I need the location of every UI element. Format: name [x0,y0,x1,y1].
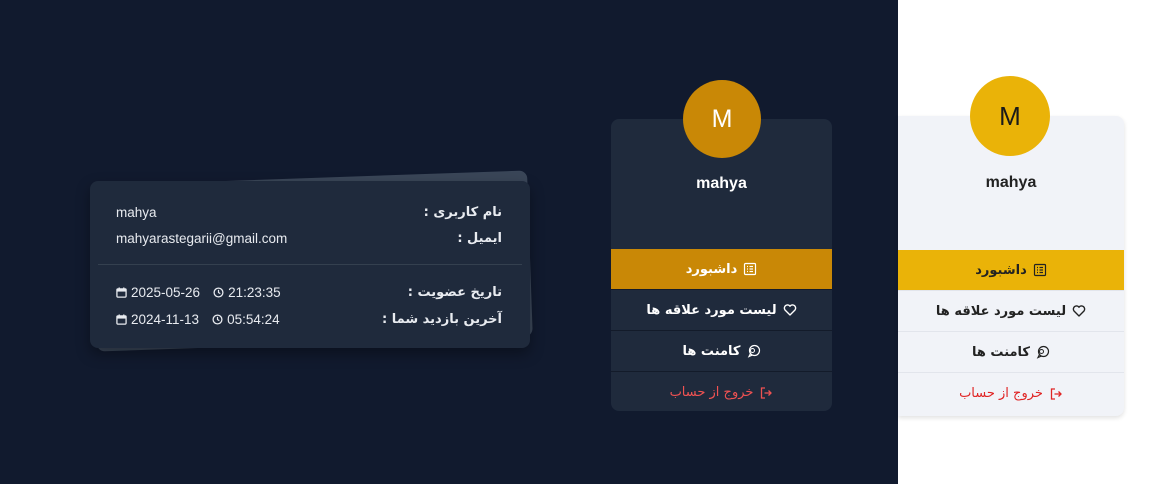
comments-icon [1036,345,1050,359]
menu-item-dashboard[interactable]: داشبورد [611,249,832,290]
menu-item-label: کامنت ها [682,343,741,359]
clock-icon [212,313,223,325]
menu-item-label: داشبورد [685,261,738,277]
menu-item-favorites[interactable]: لیست مورد علاقه ها [611,290,832,331]
comments-icon [747,344,760,358]
joined-time: 21:23:35 [228,284,281,300]
profile-username: mahya [985,174,1037,191]
menu-item-comments[interactable]: کامنت ها [898,332,1124,373]
calendar-icon [116,286,127,298]
profile-username: mahya [696,175,747,192]
menu-item-label: کامنت ها [972,344,1030,360]
last-visit-time: 05:54:24 [227,311,280,327]
dashboard-icon [1033,263,1046,277]
calendar-icon [116,313,127,325]
profile-menu: داشبورد لیست مورد علاقه ها کامنت ها خروج… [611,249,832,411]
email-value: mahyarastegarii@gmail.com [116,230,288,246]
email-row: mahyarastegarii@gmail.com ایمیل : [116,228,502,248]
profile-card-dark: mahya داشبورد لیست مورد علاقه ها کامنت ه… [611,119,832,411]
menu-item-label: داشبورد [975,262,1027,278]
menu-item-label: خروج از حساب [669,385,754,400]
logout-icon [1050,387,1062,400]
menu-item-label: لیست مورد علاقه ها [935,303,1067,319]
profile-menu: داشبورد لیست مورد علاقه ها کامنت ها خروج… [898,250,1124,414]
menu-item-favorites[interactable]: لیست مورد علاقه ها [898,291,1124,332]
clock-icon [213,286,224,298]
last-visit-label: آخرین بازدید شما : [382,311,502,327]
username-value: mahya [116,204,157,220]
profile-card-light: mahya داشبورد لیست مورد علاقه ها کامنت ه… [898,116,1124,416]
avatar: M [970,76,1050,156]
menu-item-logout[interactable]: خروج از حساب [611,372,832,411]
menu-item-label: لیست مورد علاقه ها [646,302,777,318]
menu-item-logout[interactable]: خروج از حساب [898,373,1124,414]
info-divider [98,264,522,265]
username-row: mahya نام کاربری : [116,202,502,222]
joined-date: 2025-05-26 [131,284,201,300]
last-visit-row: 2024-11-13 05:54:24 آخرین بازدید شما : [116,309,502,329]
joined-row: 2025-05-26 21:23:35 تاریخ عضویت : [116,282,502,302]
username-label: نام کاربری : [423,204,502,220]
logout-icon [761,386,773,399]
heart-icon [783,304,796,316]
user-info-card: mahya نام کاربری : mahyarastegarii@gmail… [90,181,530,348]
menu-item-comments[interactable]: کامنت ها [611,331,832,372]
dashboard-icon [744,262,757,276]
last-visit-date: 2024-11-13 [131,311,200,327]
avatar: M [683,80,761,158]
last-visit-datetime: 2024-11-13 05:54:24 [116,312,280,327]
menu-item-dashboard[interactable]: داشبورد [898,250,1124,291]
joined-datetime: 2025-05-26 21:23:35 [116,285,281,300]
joined-label: تاریخ عضویت : [407,284,502,300]
user-info-card-stack: mahya نام کاربری : mahyarastegarii@gmail… [88,168,533,360]
email-label: ایمیل : [457,230,502,246]
heart-icon [1072,305,1086,317]
menu-item-label: خروج از حساب [959,386,1043,401]
